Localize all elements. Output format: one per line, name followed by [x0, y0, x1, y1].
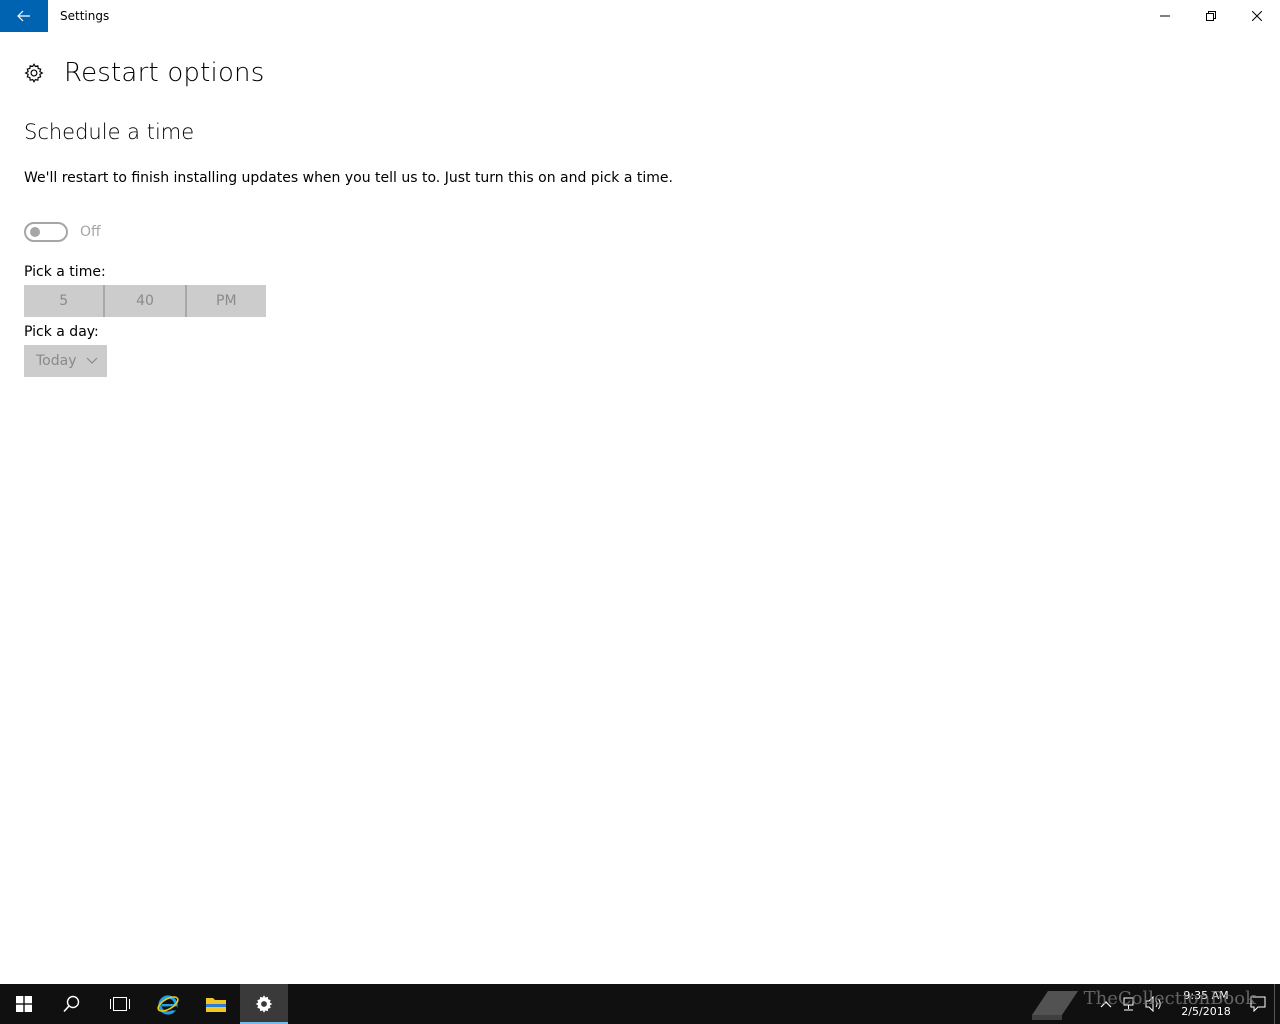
schedule-toggle-row: Off	[24, 222, 101, 242]
toggle-knob	[30, 227, 40, 237]
window-title: Settings	[60, 9, 110, 23]
internet-explorer-button[interactable]	[144, 984, 192, 1024]
section-title: Schedule a time	[24, 120, 195, 144]
file-explorer-button[interactable]	[192, 984, 240, 1024]
day-selected-value: Today	[36, 353, 77, 369]
internet-explorer-icon	[157, 995, 179, 1015]
schedule-toggle[interactable]	[24, 222, 68, 242]
gear-icon	[24, 63, 44, 83]
minimize-button[interactable]	[1142, 0, 1188, 32]
book-watermark-icon	[1032, 991, 1078, 1020]
hour-field[interactable]: 5	[24, 285, 103, 317]
task-view-button[interactable]	[96, 984, 144, 1024]
start-button[interactable]	[0, 984, 48, 1024]
day-dropdown[interactable]: Today	[24, 345, 107, 377]
restore-button[interactable]	[1188, 0, 1234, 32]
chevron-down-icon	[86, 357, 97, 364]
minute-field[interactable]: 40	[105, 285, 184, 317]
task-view-icon	[110, 997, 130, 1011]
taskbar: TheCollectionBook 9:35 AM 2/5/2018	[0, 984, 1280, 1024]
pick-time-label: Pick a time:	[24, 264, 106, 280]
period-field[interactable]: PM	[187, 285, 266, 317]
restore-icon	[1206, 11, 1216, 21]
windows-logo-icon	[16, 996, 32, 1012]
page-title: Restart options	[64, 58, 265, 88]
folder-icon	[206, 998, 226, 1012]
time-picker[interactable]: 5 40 PM	[24, 285, 266, 317]
arrow-left-icon	[17, 10, 30, 22]
page-header: Restart options	[24, 56, 264, 90]
pick-day-label: Pick a day:	[24, 324, 99, 340]
minimize-icon	[1160, 15, 1170, 17]
close-button[interactable]	[1234, 0, 1280, 32]
toggle-state-label: Off	[80, 224, 101, 240]
title-bar: Settings	[0, 0, 1280, 32]
back-button[interactable]	[0, 0, 48, 32]
gear-icon	[255, 995, 273, 1013]
description-text: We'll restart to finish installing updat…	[24, 170, 673, 186]
show-desktop-button[interactable]	[1274, 984, 1280, 1024]
window-controls	[1142, 0, 1280, 32]
system-tray: TheCollectionBook 9:35 AM 2/5/2018	[1032, 984, 1280, 1024]
watermark-text: TheCollectionBook	[1083, 988, 1256, 1009]
settings-taskbar-button[interactable]	[240, 984, 288, 1024]
close-icon	[1252, 11, 1262, 21]
search-icon	[63, 995, 80, 1013]
search-button[interactable]	[48, 984, 96, 1024]
